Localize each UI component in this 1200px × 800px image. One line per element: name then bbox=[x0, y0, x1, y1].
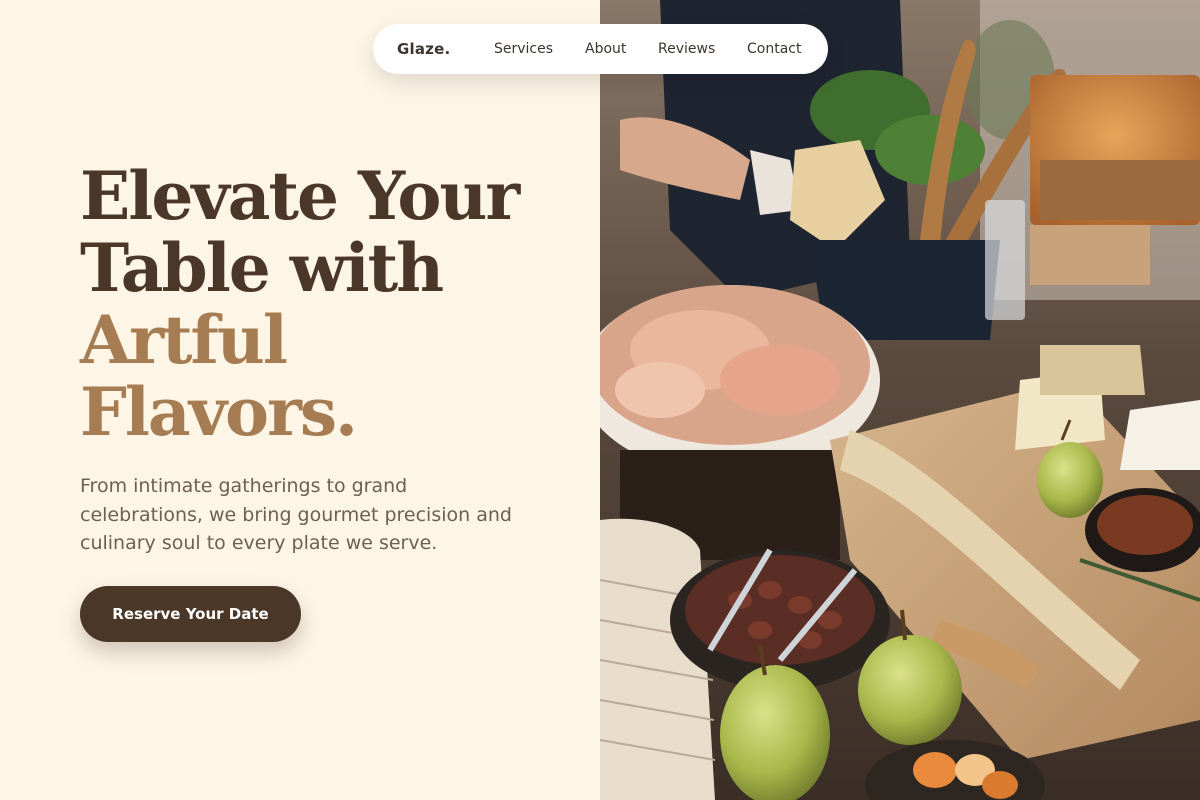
nav-item-about[interactable]: About bbox=[585, 41, 626, 57]
nav-item-reviews[interactable]: Reviews bbox=[658, 41, 715, 57]
brand-logo[interactable]: Glaze. bbox=[397, 40, 450, 58]
headline-line-1: Elevate Your bbox=[80, 157, 520, 235]
hero-subtext: From intimate gatherings to grand celebr… bbox=[80, 475, 512, 554]
hero-headline: Elevate Your Table with Artful Flavors. bbox=[80, 160, 580, 448]
reserve-date-button[interactable]: Reserve Your Date bbox=[80, 586, 301, 642]
nav-item-contact[interactable]: Contact bbox=[747, 41, 801, 57]
hero-left-panel: Elevate Your Table with Artful Flavors. … bbox=[0, 0, 600, 800]
headline-accent-2: Flavors. bbox=[80, 373, 358, 451]
nav-item-services[interactable]: Services bbox=[494, 41, 553, 57]
catering-table-image bbox=[600, 0, 1200, 800]
headline-line-2: Table with bbox=[80, 229, 444, 307]
top-nav: Glaze. Services About Reviews Contact bbox=[373, 24, 828, 74]
headline-accent-1: Artful bbox=[80, 301, 288, 379]
catering-table-illustration bbox=[600, 0, 1200, 800]
